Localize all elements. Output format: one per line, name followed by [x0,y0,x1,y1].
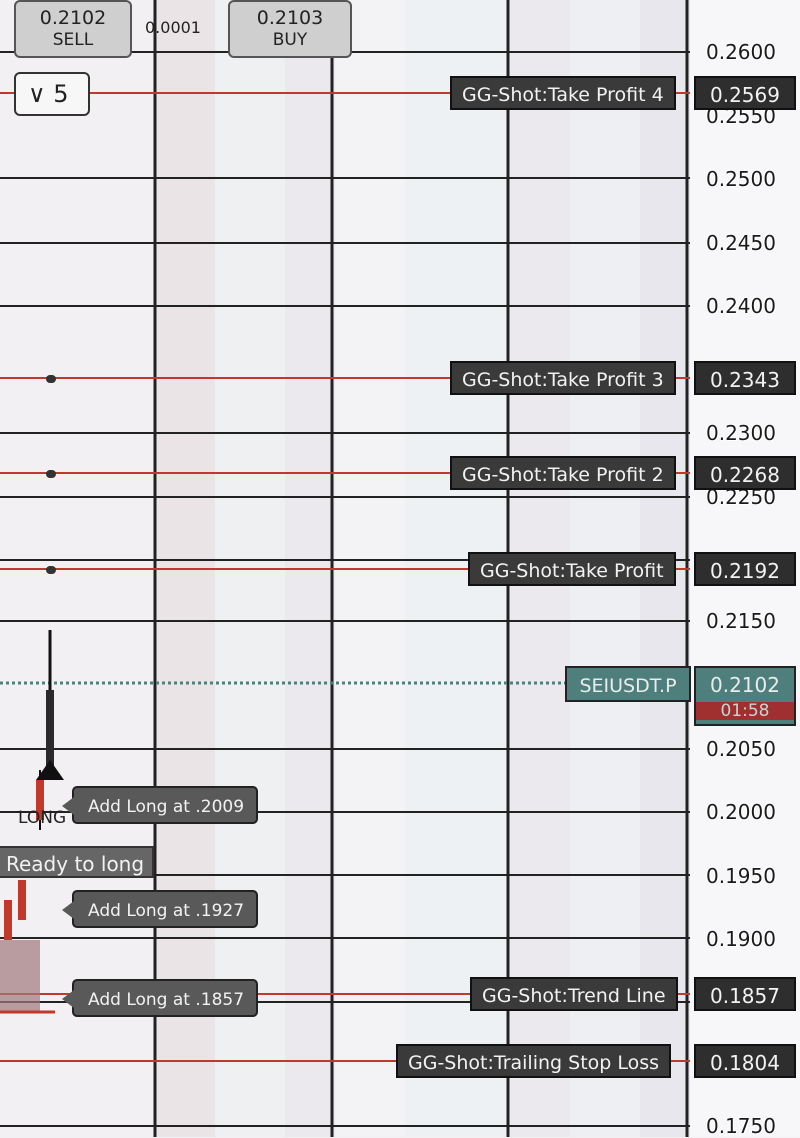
price-tick: 0.2050 [706,737,776,761]
tp2-label[interactable]: GG-Shot:Take Profit 2 [450,456,676,490]
tp2-value: 0.2268 [694,456,796,490]
sell-button[interactable]: 0.2102 SELL [14,0,132,58]
sell-price: 0.2102 [39,7,107,29]
price-tick: 0.2450 [706,231,776,255]
price-tick: 0.1950 [706,864,776,888]
price-tick: 0.2400 [706,294,776,318]
tp4-label[interactable]: GG-Shot:Take Profit 4 [450,76,676,110]
symbol-price: 0.2102 01:58 [694,666,796,726]
price-tick: 0.2500 [706,167,776,191]
level-marker [46,375,56,383]
sell-label: SELL [52,30,94,50]
trailing-stop-value: 0.1804 [694,1044,796,1078]
symbol-label[interactable]: SEIUSDT.P [565,666,691,702]
add-long-order-2[interactable]: Add Long at .1927 [61,890,259,928]
tp1-label[interactable]: GG-Shot:Take Profit [468,552,676,586]
tp4-value: 0.2569 [694,76,796,110]
price-tick: 0.2150 [706,609,776,633]
buy-price: 0.2103 [256,7,324,29]
status-label: Ready to long [0,846,155,878]
tp1-value: 0.2192 [694,552,796,586]
price-tick: 0.2600 [706,40,776,64]
buy-button[interactable]: 0.2103 BUY [228,0,352,58]
tp3-label[interactable]: GG-Shot:Take Profit 3 [450,361,676,395]
long-signal-label: LONG [18,808,67,828]
trend-line-value: 0.1857 [694,977,796,1011]
price-tick: 0.2000 [706,800,776,824]
collapse-count: 5 [53,80,69,108]
symbol-value: 0.2102 [710,673,780,697]
add-long-order-3[interactable]: Add Long at .1857 [61,979,259,1017]
bar-countdown: 01:58 [696,702,794,720]
trailing-stop-label[interactable]: GG-Shot:Trailing Stop Loss [396,1044,672,1078]
chart-grid [0,0,690,1137]
trend-line-label[interactable]: GG-Shot:Trend Line [470,977,678,1011]
level-marker [46,470,56,478]
price-tick: 0.1900 [706,927,776,951]
level-marker [46,566,56,574]
collapse-button[interactable]: ∨ 5 [14,72,90,116]
spread-value: 0.0001 [145,18,201,37]
add-long-order-1[interactable]: Add Long at .2009 [61,786,259,824]
chevron-double-down-icon: ∨ [28,80,46,108]
tp3-value: 0.2343 [694,361,796,395]
price-tick: 0.1750 [706,1114,776,1138]
price-tick: 0.2300 [706,421,776,445]
chart-area[interactable]: 0.2600 0.2550 0.2500 0.2450 0.2400 0.230… [0,0,800,1138]
buy-label: BUY [272,30,308,50]
